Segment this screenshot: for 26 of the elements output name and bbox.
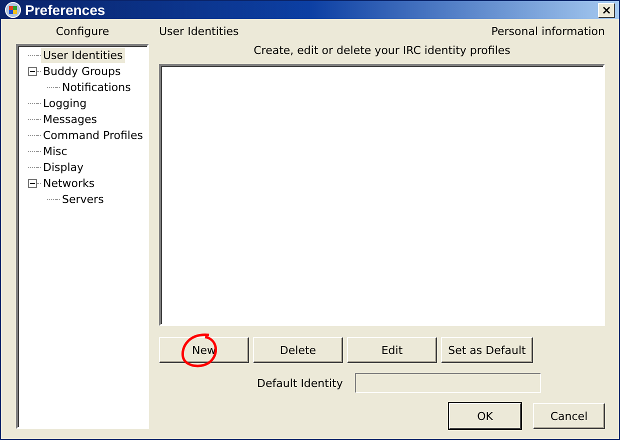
panel-subtitle: Personal information [491, 25, 605, 38]
default-identity-field[interactable] [354, 373, 541, 393]
window-title: Preferences [25, 2, 106, 18]
tree-item[interactable]: Buddy Groups [41, 64, 123, 78]
action-button[interactable]: Set as Default [441, 337, 533, 363]
dialog-button[interactable]: OK [449, 403, 521, 429]
tree-item[interactable]: Networks [41, 176, 97, 190]
tree-item[interactable]: Messages [41, 112, 99, 126]
default-identity-label: Default Identity [257, 376, 343, 390]
tree-item[interactable]: Notifications [60, 80, 133, 94]
tree-item[interactable]: Command Profiles [41, 128, 145, 142]
collapse-icon[interactable] [28, 178, 37, 188]
tree-item[interactable]: Display [41, 160, 86, 174]
collapse-icon[interactable] [28, 66, 37, 76]
tree-item[interactable]: Servers [60, 192, 106, 206]
tree-item[interactable]: Logging [41, 96, 89, 110]
panel-title: User Identities [159, 25, 239, 38]
dialog-button[interactable]: Cancel [533, 403, 605, 429]
action-button[interactable]: Delete [253, 337, 343, 363]
close-button[interactable]: × [598, 2, 615, 18]
action-button[interactable]: Edit [347, 337, 437, 363]
panel-description: Create, edit or delete your IRC identity profiles [254, 44, 510, 57]
tree-item[interactable]: Misc [41, 144, 70, 158]
tree-item[interactable]: User Identities [41, 48, 125, 62]
sidebar-heading: Configure [56, 25, 110, 38]
app-icon [5, 2, 21, 18]
